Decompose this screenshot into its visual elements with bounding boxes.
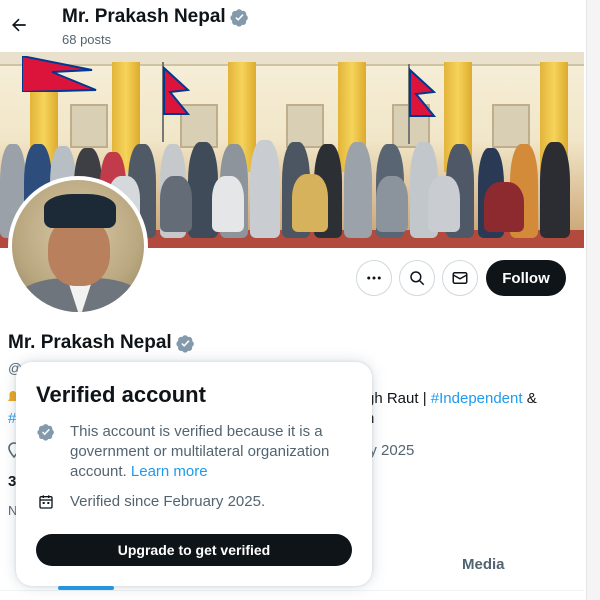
bio-text-1: gh Raut | bbox=[366, 390, 431, 407]
verified-badge-gray-icon bbox=[36, 422, 56, 442]
bio-text-1-end: & bbox=[522, 390, 537, 407]
more-horizontal-icon bbox=[367, 276, 381, 280]
verified-account-popover: Verified account This account is verifie… bbox=[16, 362, 372, 586]
learn-more-link[interactable]: Learn more bbox=[131, 463, 208, 480]
scrollbar[interactable] bbox=[586, 0, 600, 600]
follow-button[interactable]: Follow bbox=[486, 260, 566, 296]
profile-avatar[interactable] bbox=[8, 176, 148, 316]
nepal-flag-icon bbox=[22, 56, 97, 92]
bio-line-1: gh Raut | #Independent & bbox=[366, 390, 537, 407]
profile-header: Mr. Prakash Nepal 68 posts bbox=[0, 0, 584, 52]
popover-reason-row: This account is verified because it is a… bbox=[36, 422, 336, 482]
popover-since-row: Verified since February 2025. bbox=[36, 492, 265, 512]
nepal-flag-icon bbox=[162, 62, 190, 142]
envelope-icon bbox=[452, 272, 468, 284]
header-title: Mr. Prakash Nepal bbox=[62, 6, 249, 28]
calendar-icon bbox=[36, 492, 56, 512]
post-count: 68 posts bbox=[62, 32, 112, 47]
popover-reason-text: This account is verified because it is a… bbox=[70, 422, 336, 482]
hashtag-independent-link[interactable]: #Independent bbox=[431, 390, 523, 407]
tab-media[interactable]: Media bbox=[462, 556, 505, 573]
back-button[interactable] bbox=[6, 12, 32, 38]
avatar-dhaka-topi bbox=[44, 194, 116, 228]
header-name-text: Mr. Prakash Nepal bbox=[62, 6, 226, 27]
verified-since-text: Verified since February 2025. bbox=[70, 493, 266, 510]
tabs-divider bbox=[0, 590, 584, 591]
arrow-left-icon bbox=[12, 18, 26, 32]
popover-title: Verified account bbox=[36, 382, 206, 407]
verified-badge-icon[interactable] bbox=[176, 334, 195, 353]
profile-name-text: Mr. Prakash Nepal bbox=[8, 332, 172, 353]
search-button[interactable] bbox=[399, 260, 435, 296]
more-button[interactable] bbox=[356, 260, 392, 296]
banner-window bbox=[492, 104, 530, 148]
search-icon bbox=[410, 271, 425, 286]
upgrade-to-verified-button[interactable]: Upgrade to get verified bbox=[36, 534, 352, 566]
banner-window bbox=[70, 104, 108, 148]
message-button[interactable] bbox=[442, 260, 478, 296]
nepal-flag-icon bbox=[408, 64, 436, 144]
profile-name: Mr. Prakash Nepal bbox=[8, 332, 195, 354]
verified-badge-icon[interactable] bbox=[230, 8, 249, 27]
